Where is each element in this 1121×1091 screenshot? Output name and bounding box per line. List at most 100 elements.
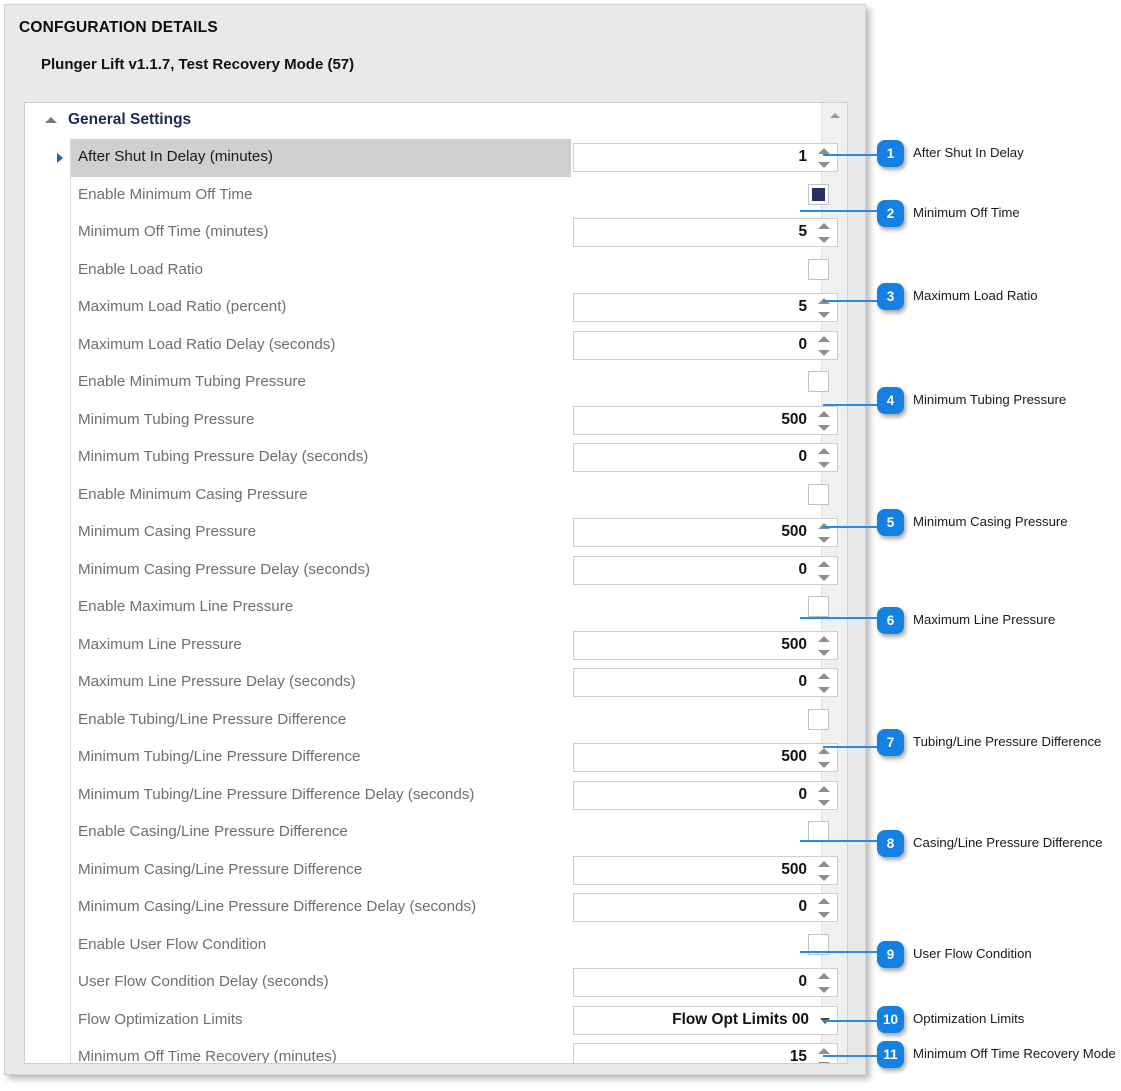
spinner-down-icon[interactable] [818,649,830,656]
spinner-up-icon[interactable] [818,448,830,454]
spinner-stepper[interactable] [818,672,832,694]
settings-row[interactable]: Maximum Load Ratio Delay (seconds) 0 [25,327,838,365]
settings-row[interactable]: Maximum Line Pressure 500 [25,627,838,665]
settings-row[interactable]: Minimum Casing Pressure 500 [25,514,838,552]
settings-row[interactable]: Enable Maximum Line Pressure [25,589,829,627]
numeric-input[interactable]: 0 [573,555,838,585]
numeric-input[interactable]: 500 [573,630,838,660]
settings-row[interactable]: Maximum Load Ratio (percent) 5 [25,289,838,327]
callout-number-badge: 8 [877,830,904,857]
spinner-stepper[interactable] [818,410,832,432]
spinner-down-icon[interactable] [818,537,830,543]
spinner-up-icon[interactable] [818,898,830,904]
settings-row[interactable]: Minimum Off Time Recovery (minutes) 15 [25,1039,838,1063]
numeric-input[interactable]: 0 [573,330,838,360]
spinner-up-icon[interactable] [818,785,830,792]
settings-row[interactable]: Enable Tubing/Line Pressure Difference [25,702,829,740]
spinner-up-icon[interactable] [818,410,830,417]
callout-label: Tubing/Line Pressure Difference [913,734,1102,749]
scroll-up-button[interactable] [822,103,847,127]
spinner-stepper[interactable] [818,447,832,469]
settings-row[interactable]: Minimum Casing/Line Pressure Difference … [25,889,838,927]
spinner-up-icon[interactable] [818,635,830,642]
spinner-stepper[interactable] [818,785,832,807]
checkbox[interactable] [808,596,829,617]
triangle-up-icon[interactable] [45,117,57,123]
spinner-stepper[interactable] [818,747,832,769]
settings-row[interactable]: Maximum Line Pressure Delay (seconds) 0 [25,664,838,702]
checkbox[interactable] [808,483,829,505]
numeric-input[interactable]: 0 [573,893,838,922]
settings-row[interactable]: Enable Minimum Tubing Pressure [25,364,829,402]
spinner-down-icon[interactable] [818,574,830,581]
spinner-stepper[interactable] [818,860,832,882]
spinner-stepper[interactable] [818,972,832,994]
spinner-up-icon[interactable] [818,860,830,867]
triangle-right-icon[interactable] [57,153,63,163]
callout-number-badge: 1 [877,140,904,167]
numeric-input[interactable]: 0 [573,780,838,810]
spinner-up-icon[interactable] [818,1048,830,1054]
settings-row[interactable]: Minimum Casing/Line Pressure Difference 5… [25,852,838,890]
spinner-down-icon[interactable] [818,1062,830,1063]
spinner-down-icon[interactable] [818,424,830,431]
spinner-stepper[interactable] [818,147,832,169]
spinner-up-icon[interactable] [818,560,830,567]
spinner-down-icon[interactable] [818,874,830,881]
numeric-input[interactable]: 5 [573,293,838,322]
numeric-input[interactable]: 500 [573,855,838,885]
numeric-input-value: 0 [798,898,807,915]
spinner-down-icon[interactable] [818,912,830,918]
spinner-up-icon[interactable] [818,335,830,342]
numeric-input[interactable]: 0 [573,443,838,472]
spinner-up-icon[interactable] [818,748,830,754]
dropdown-select[interactable]: Flow Opt Limits 00 [573,1005,838,1035]
checkbox[interactable] [808,708,829,730]
spinner-down-icon[interactable] [818,799,830,806]
settings-row[interactable]: Minimum Tubing Pressure 500 [25,402,838,440]
checkbox[interactable] [808,183,829,205]
settings-row[interactable]: User Flow Condition Delay (seconds) 0 [25,964,838,1002]
spinner-down-icon[interactable] [818,312,830,318]
spinner-stepper[interactable] [818,560,832,582]
spinner-stepper[interactable] [818,335,832,357]
settings-row[interactable]: Enable Minimum Off Time [25,177,829,215]
settings-row[interactable]: Enable User Flow Condition [25,927,829,965]
spinner-stepper[interactable] [818,897,832,919]
spinner-up-icon[interactable] [818,223,830,229]
spinner-down-icon[interactable] [818,237,830,243]
checkbox[interactable] [808,821,829,842]
settings-row[interactable]: Minimum Off Time (minutes) 5 [25,214,838,252]
spinner-stepper[interactable] [818,222,832,244]
settings-row[interactable]: Minimum Casing Pressure Delay (seconds) 0 [25,552,838,590]
numeric-input[interactable]: 15 [573,1043,838,1063]
settings-row[interactable]: Flow Optimization Limits Flow Opt Limits … [25,1002,838,1040]
numeric-input[interactable]: 500 [573,743,838,772]
spinner-down-icon[interactable] [818,687,830,693]
numeric-input[interactable]: 0 [573,668,838,697]
checkbox[interactable] [808,371,829,392]
numeric-input[interactable]: 500 [573,518,838,547]
settings-row[interactable]: Enable Load Ratio [25,252,829,290]
checkbox[interactable] [808,258,829,280]
spinner-down-icon[interactable] [818,349,830,356]
spinner-down-icon[interactable] [818,987,830,993]
settings-row[interactable]: Minimum Tubing/Line Pressure Difference 5… [25,739,838,777]
numeric-input[interactable]: 500 [573,405,838,435]
spinner-down-icon[interactable] [818,462,830,468]
numeric-input[interactable]: 5 [573,218,838,247]
settings-row[interactable]: Minimum Tubing/Line Pressure Difference … [25,777,838,815]
group-header-general-settings[interactable]: General Settings [25,103,847,139]
settings-row[interactable]: After Shut In Delay (minutes) 1 [25,139,838,177]
settings-row[interactable]: Enable Minimum Casing Pressure [25,477,829,515]
spinner-up-icon[interactable] [818,673,830,679]
settings-row[interactable]: Enable Casing/Line Pressure Difference [25,814,829,852]
spinner-down-icon[interactable] [818,762,830,768]
numeric-input[interactable]: 1 [573,143,838,172]
callout-label: Minimum Off Time [913,205,1020,220]
spinner-up-icon[interactable] [818,973,830,979]
numeric-input[interactable]: 0 [573,968,838,997]
spinner-down-icon[interactable] [818,162,830,168]
settings-row[interactable]: Minimum Tubing Pressure Delay (seconds) 0 [25,439,838,477]
spinner-stepper[interactable] [818,635,832,657]
